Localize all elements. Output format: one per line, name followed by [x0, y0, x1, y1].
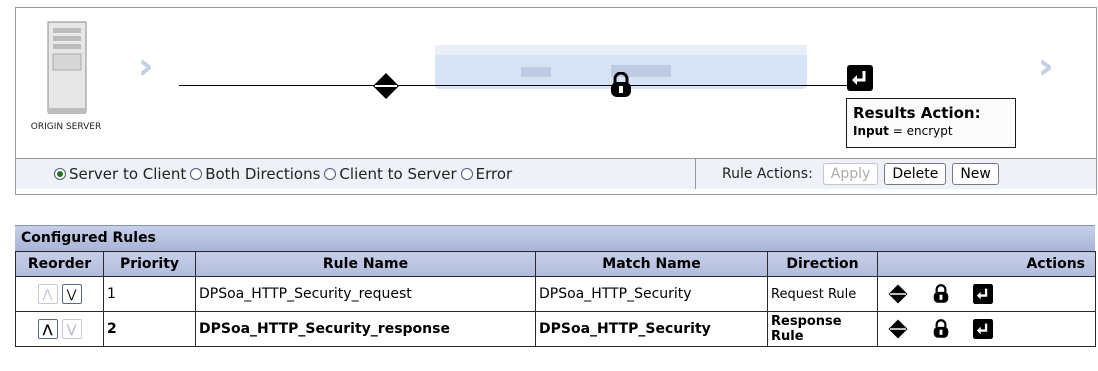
- pipeline-line: [179, 85, 859, 86]
- radio-client-to-server[interactable]: Client to Server: [324, 165, 457, 183]
- chevron-right-icon: ››: [1038, 46, 1051, 87]
- table-row[interactable]: ⋀ ⋁ 2 DPSoa_HTTP_Security_response DPSoa…: [15, 311, 1096, 347]
- tooltip-value: encrypt: [906, 124, 953, 138]
- origin-server: ORIGIN SERVER: [26, 16, 106, 146]
- radio-button[interactable]: [324, 168, 337, 180]
- radio-both-directions[interactable]: Both Directions: [190, 165, 320, 183]
- results-action-icon[interactable]: [847, 65, 873, 91]
- move-up-icon[interactable]: ⋀: [37, 319, 58, 339]
- radio-error[interactable]: Error: [460, 165, 513, 183]
- rule-name-cell[interactable]: DPSoa_HTTP_Security_response: [195, 311, 536, 347]
- results-action-icon[interactable]: [973, 319, 993, 339]
- results-action-tooltip: Results Action: Input = encrypt: [846, 98, 1016, 148]
- radio-label: Client to Server: [339, 165, 457, 183]
- actions-cell: [877, 311, 1096, 347]
- chevron-right-icon: ››: [138, 46, 151, 87]
- header-priority: Priority: [103, 251, 196, 277]
- actions-cell: [877, 276, 1096, 312]
- server-label: ORIGIN SERVER: [30, 122, 102, 132]
- header-match-name: Match Name: [535, 251, 768, 277]
- tooltip-equals: =: [892, 124, 903, 138]
- header-actions: Actions: [877, 251, 1096, 277]
- radio-button[interactable]: [190, 168, 203, 180]
- direction-cell: Request Rule: [767, 276, 878, 312]
- radio-server-to-client[interactable]: Server to Client: [54, 165, 186, 183]
- rule-actions-label: Rule Actions:: [722, 166, 813, 182]
- processing-pipeline-panel: ORIGIN SERVER ›› ›› Results Action: Inpu…: [15, 7, 1097, 195]
- lock-icon[interactable]: [933, 319, 949, 339]
- delete-button[interactable]: Delete: [884, 163, 947, 185]
- tooltip-key: Input: [853, 124, 889, 138]
- lock-icon[interactable]: [610, 72, 632, 98]
- move-up-icon: ⋀: [37, 284, 58, 304]
- radio-label: Error: [475, 165, 513, 183]
- filter-action-icon[interactable]: [371, 71, 401, 101]
- rule-actions: Rule Actions: Apply Delete New: [722, 159, 1005, 189]
- header-direction: Direction: [767, 251, 878, 277]
- table-header-row: Reorder Priority Rule Name Match Name Di…: [15, 251, 1096, 277]
- apply-button[interactable]: Apply: [822, 163, 879, 185]
- table-row[interactable]: ⋀ ⋁ 1 DPSoa_HTTP_Security_request DPSoa_…: [15, 276, 1096, 312]
- match-name-cell[interactable]: DPSoa_HTTP_Security: [535, 311, 768, 347]
- reorder-cell: ⋀ ⋁: [15, 276, 104, 312]
- configured-rules: Configured Rules Reorder Priority Rule N…: [15, 225, 1096, 347]
- direction-cell: Response Rule: [767, 311, 878, 347]
- new-button[interactable]: New: [952, 163, 999, 185]
- results-action-icon[interactable]: [973, 284, 993, 304]
- radio-button[interactable]: [460, 168, 473, 180]
- filter-action-icon[interactable]: [887, 318, 909, 340]
- lock-icon[interactable]: [933, 284, 949, 304]
- direction-bar: Server to Client Both Directions Client …: [16, 158, 1096, 189]
- server-icon: [47, 21, 87, 114]
- table-title: Configured Rules: [15, 225, 1095, 251]
- move-down-icon[interactable]: ⋁: [61, 284, 82, 304]
- header-reorder: Reorder: [15, 251, 104, 277]
- priority-cell: 2: [103, 311, 196, 347]
- move-down-icon: ⋁: [61, 319, 82, 339]
- radio-label: Both Directions: [205, 165, 321, 183]
- radio-label: Server to Client: [69, 165, 187, 183]
- rule-name-cell[interactable]: DPSoa_HTTP_Security_request: [195, 276, 536, 312]
- filter-action-icon[interactable]: [887, 283, 909, 305]
- header-rule-name: Rule Name: [195, 251, 536, 277]
- tooltip-detail: Input = encrypt: [853, 123, 1015, 139]
- match-name-cell[interactable]: DPSoa_HTTP_Security: [535, 276, 768, 312]
- radio-button-selected[interactable]: [54, 168, 66, 180]
- tooltip-title: Results Action:: [853, 104, 981, 122]
- direction-radio-group: Server to Client Both Directions Client …: [16, 159, 696, 189]
- reorder-cell: ⋀ ⋁: [15, 311, 104, 347]
- rules-table: Reorder Priority Rule Name Match Name Di…: [15, 251, 1096, 347]
- priority-cell: 1: [103, 276, 196, 312]
